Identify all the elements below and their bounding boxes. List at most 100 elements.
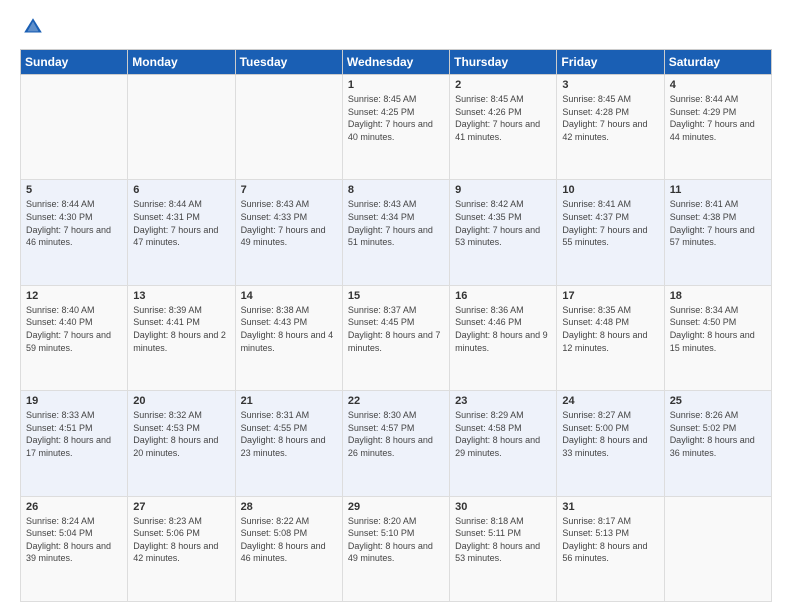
day-info: Sunrise: 8:17 AMSunset: 5:13 PMDaylight:…: [562, 515, 658, 565]
day-cell: 30 Sunrise: 8:18 AMSunset: 5:11 PMDayligh…: [450, 496, 557, 601]
day-info: Sunrise: 8:36 AMSunset: 4:46 PMDaylight:…: [455, 304, 551, 354]
day-info: Sunrise: 8:40 AMSunset: 4:40 PMDaylight:…: [26, 304, 122, 354]
day-cell: 14 Sunrise: 8:38 AMSunset: 4:43 PMDayligh…: [235, 285, 342, 390]
day-info: Sunrise: 8:44 AMSunset: 4:31 PMDaylight:…: [133, 198, 229, 248]
day-number: 5: [26, 184, 122, 196]
day-cell: 3 Sunrise: 8:45 AMSunset: 4:28 PMDaylight…: [557, 75, 664, 180]
day-number: 17: [562, 290, 658, 302]
header: [20, 16, 772, 43]
day-cell: 29 Sunrise: 8:20 AMSunset: 5:10 PMDayligh…: [342, 496, 449, 601]
day-cell: 15 Sunrise: 8:37 AMSunset: 4:45 PMDayligh…: [342, 285, 449, 390]
week-row-3: 12 Sunrise: 8:40 AMSunset: 4:40 PMDayligh…: [21, 285, 772, 390]
day-number: 24: [562, 395, 658, 407]
day-cell: 25 Sunrise: 8:26 AMSunset: 5:02 PMDayligh…: [664, 391, 771, 496]
day-number: 1: [348, 79, 444, 91]
weekday-header-sunday: Sunday: [21, 50, 128, 75]
day-cell: 27 Sunrise: 8:23 AMSunset: 5:06 PMDayligh…: [128, 496, 235, 601]
day-info: Sunrise: 8:45 AMSunset: 4:26 PMDaylight:…: [455, 93, 551, 143]
day-info: Sunrise: 8:22 AMSunset: 5:08 PMDaylight:…: [241, 515, 337, 565]
day-number: 14: [241, 290, 337, 302]
day-info: Sunrise: 8:33 AMSunset: 4:51 PMDaylight:…: [26, 409, 122, 459]
day-info: Sunrise: 8:26 AMSunset: 5:02 PMDaylight:…: [670, 409, 766, 459]
day-number: 20: [133, 395, 229, 407]
week-row-4: 19 Sunrise: 8:33 AMSunset: 4:51 PMDayligh…: [21, 391, 772, 496]
day-number: 9: [455, 184, 551, 196]
day-number: 7: [241, 184, 337, 196]
day-cell: 6 Sunrise: 8:44 AMSunset: 4:31 PMDaylight…: [128, 180, 235, 285]
day-number: 31: [562, 501, 658, 513]
day-cell: 8Sunrise: 8:43 AMSunset: 4:34 PMDaylight…: [342, 180, 449, 285]
weekday-header-row: SundayMondayTuesdayWednesdayThursdayFrid…: [21, 50, 772, 75]
logo-icon: [22, 16, 44, 38]
day-info: Sunrise: 8:34 AMSunset: 4:50 PMDaylight:…: [670, 304, 766, 354]
day-cell: 10Sunrise: 8:41 AMSunset: 4:37 PMDayligh…: [557, 180, 664, 285]
day-number: 27: [133, 501, 229, 513]
day-cell: 20 Sunrise: 8:32 AMSunset: 4:53 PMDayligh…: [128, 391, 235, 496]
day-info: Sunrise: 8:27 AMSunset: 5:00 PMDaylight:…: [562, 409, 658, 459]
day-number: 13: [133, 290, 229, 302]
day-number: 16: [455, 290, 551, 302]
day-info: Sunrise: 8:29 AMSunset: 4:58 PMDaylight:…: [455, 409, 551, 459]
day-cell: 17Sunrise: 8:35 AMSunset: 4:48 PMDayligh…: [557, 285, 664, 390]
day-info: Sunrise: 8:44 AMSunset: 4:29 PMDaylight:…: [670, 93, 766, 143]
day-number: 10: [562, 184, 658, 196]
day-number: 8: [348, 184, 444, 196]
day-number: 29: [348, 501, 444, 513]
day-info: Sunrise: 8:23 AMSunset: 5:06 PMDaylight:…: [133, 515, 229, 565]
day-info: Sunrise: 8:24 AMSunset: 5:04 PMDaylight:…: [26, 515, 122, 565]
day-number: 23: [455, 395, 551, 407]
day-number: 4: [670, 79, 766, 91]
day-info: Sunrise: 8:20 AMSunset: 5:10 PMDaylight:…: [348, 515, 444, 565]
day-cell: 22 Sunrise: 8:30 AMSunset: 4:57 PMDayligh…: [342, 391, 449, 496]
day-number: 12: [26, 290, 122, 302]
calendar-body: 1 Sunrise: 8:45 AMSunset: 4:25 PMDaylight…: [21, 75, 772, 602]
day-info: Sunrise: 8:38 AMSunset: 4:43 PMDaylight:…: [241, 304, 337, 354]
day-info: Sunrise: 8:39 AMSunset: 4:41 PMDaylight:…: [133, 304, 229, 354]
day-number: 30: [455, 501, 551, 513]
day-cell: 2 Sunrise: 8:45 AMSunset: 4:26 PMDaylight…: [450, 75, 557, 180]
day-cell: 21 Sunrise: 8:31 AMSunset: 4:55 PMDayligh…: [235, 391, 342, 496]
day-cell: 7 Sunrise: 8:43 AMSunset: 4:33 PMDaylight…: [235, 180, 342, 285]
calendar-header: SundayMondayTuesdayWednesdayThursdayFrid…: [21, 50, 772, 75]
day-info: Sunrise: 8:37 AMSunset: 4:45 PMDaylight:…: [348, 304, 444, 354]
day-number: 11: [670, 184, 766, 196]
day-info: Sunrise: 8:41 AMSunset: 4:38 PMDaylight:…: [670, 198, 766, 248]
calendar-page: SundayMondayTuesdayWednesdayThursdayFrid…: [0, 0, 792, 612]
day-number: 21: [241, 395, 337, 407]
day-cell: 12 Sunrise: 8:40 AMSunset: 4:40 PMDayligh…: [21, 285, 128, 390]
day-number: 25: [670, 395, 766, 407]
day-info: Sunrise: 8:18 AMSunset: 5:11 PMDaylight:…: [455, 515, 551, 565]
day-number: 3: [562, 79, 658, 91]
day-info: Sunrise: 8:32 AMSunset: 4:53 PMDaylight:…: [133, 409, 229, 459]
day-info: Sunrise: 8:43 AMSunset: 4:33 PMDaylight:…: [241, 198, 337, 248]
day-cell: 16 Sunrise: 8:36 AMSunset: 4:46 PMDayligh…: [450, 285, 557, 390]
day-number: 28: [241, 501, 337, 513]
day-number: 19: [26, 395, 122, 407]
day-info: Sunrise: 8:45 AMSunset: 4:28 PMDaylight:…: [562, 93, 658, 143]
day-cell: 26Sunrise: 8:24 AMSunset: 5:04 PMDayligh…: [21, 496, 128, 601]
weekday-header-wednesday: Wednesday: [342, 50, 449, 75]
day-number: 6: [133, 184, 229, 196]
week-row-5: 26Sunrise: 8:24 AMSunset: 5:04 PMDayligh…: [21, 496, 772, 601]
weekday-header-tuesday: Tuesday: [235, 50, 342, 75]
day-cell: 4 Sunrise: 8:44 AMSunset: 4:29 PMDaylight…: [664, 75, 771, 180]
calendar-table: SundayMondayTuesdayWednesdayThursdayFrid…: [20, 49, 772, 602]
day-cell: 11 Sunrise: 8:41 AMSunset: 4:38 PMDayligh…: [664, 180, 771, 285]
day-info: Sunrise: 8:45 AMSunset: 4:25 PMDaylight:…: [348, 93, 444, 143]
day-number: 18: [670, 290, 766, 302]
day-info: Sunrise: 8:42 AMSunset: 4:35 PMDaylight:…: [455, 198, 551, 248]
day-cell: 5Sunrise: 8:44 AMSunset: 4:30 PMDaylight…: [21, 180, 128, 285]
day-info: Sunrise: 8:30 AMSunset: 4:57 PMDaylight:…: [348, 409, 444, 459]
day-number: 15: [348, 290, 444, 302]
weekday-header-saturday: Saturday: [664, 50, 771, 75]
day-cell: [21, 75, 128, 180]
day-number: 2: [455, 79, 551, 91]
day-info: Sunrise: 8:31 AMSunset: 4:55 PMDaylight:…: [241, 409, 337, 459]
day-cell: [128, 75, 235, 180]
weekday-header-thursday: Thursday: [450, 50, 557, 75]
day-cell: 19 Sunrise: 8:33 AMSunset: 4:51 PMDayligh…: [21, 391, 128, 496]
day-cell: 23 Sunrise: 8:29 AMSunset: 4:58 PMDayligh…: [450, 391, 557, 496]
day-cell: 24 Sunrise: 8:27 AMSunset: 5:00 PMDayligh…: [557, 391, 664, 496]
day-number: 22: [348, 395, 444, 407]
week-row-2: 5Sunrise: 8:44 AMSunset: 4:30 PMDaylight…: [21, 180, 772, 285]
